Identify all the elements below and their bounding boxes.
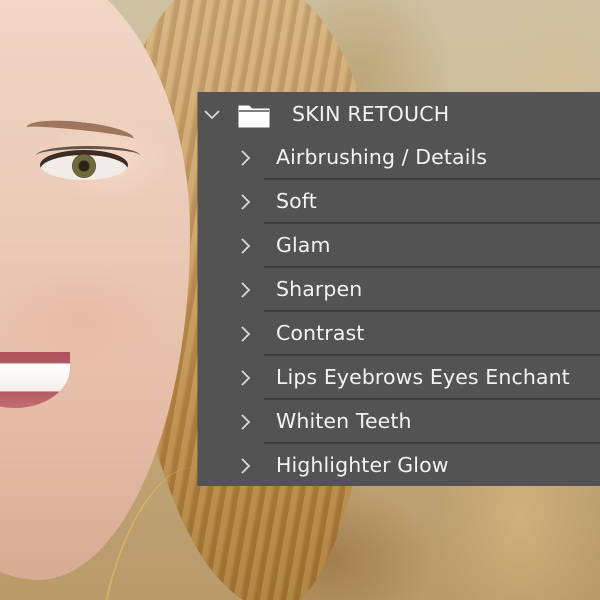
canvas-stage: SKIN RETOUCH Airbrushing / Details Soft … (0, 0, 600, 600)
layer-item-label: Whiten Teeth (276, 409, 412, 433)
chevron-right-icon[interactable] (239, 237, 251, 255)
layer-item-label: Glam (276, 233, 331, 257)
chevron-right-icon[interactable] (239, 193, 251, 211)
chevron-right-icon[interactable] (239, 457, 251, 475)
layer-item-glam[interactable]: Glam (198, 224, 600, 268)
layer-item-label: Soft (276, 189, 317, 213)
chevron-right-icon[interactable] (239, 369, 251, 387)
layer-item-label: Highlighter Glow (276, 453, 449, 477)
layers-panel: SKIN RETOUCH Airbrushing / Details Soft … (198, 92, 600, 486)
layer-item-contrast[interactable]: Contrast (198, 312, 600, 356)
layer-item-label: Airbrushing / Details (276, 145, 488, 169)
photo-lashes (36, 146, 140, 165)
chevron-right-icon[interactable] (239, 149, 251, 167)
layer-item-soft[interactable]: Soft (198, 180, 600, 224)
chevron-down-icon[interactable] (203, 106, 221, 124)
layer-item-label: Sharpen (276, 277, 363, 301)
chevron-right-icon[interactable] (239, 413, 251, 431)
layer-item-label: Contrast (276, 321, 365, 345)
layer-item-airbrushing-details[interactable]: Airbrushing / Details (198, 136, 600, 180)
layer-group-label: SKIN RETOUCH (292, 102, 450, 126)
layer-item-whiten-teeth[interactable]: Whiten Teeth (198, 400, 600, 444)
layer-item-label: Lips Eyebrows Eyes Enchant (276, 365, 570, 389)
folder-icon (238, 105, 270, 128)
layer-item-sharpen[interactable]: Sharpen (198, 268, 600, 312)
chevron-right-icon[interactable] (239, 281, 251, 299)
chevron-right-icon[interactable] (239, 325, 251, 343)
layer-item-lips-eyebrows-eyes-enchant[interactable]: Lips Eyebrows Eyes Enchant (198, 356, 600, 400)
layer-item-highlighter-glow[interactable]: Highlighter Glow (198, 444, 600, 488)
layer-group-skin-retouch[interactable]: SKIN RETOUCH (198, 92, 600, 136)
